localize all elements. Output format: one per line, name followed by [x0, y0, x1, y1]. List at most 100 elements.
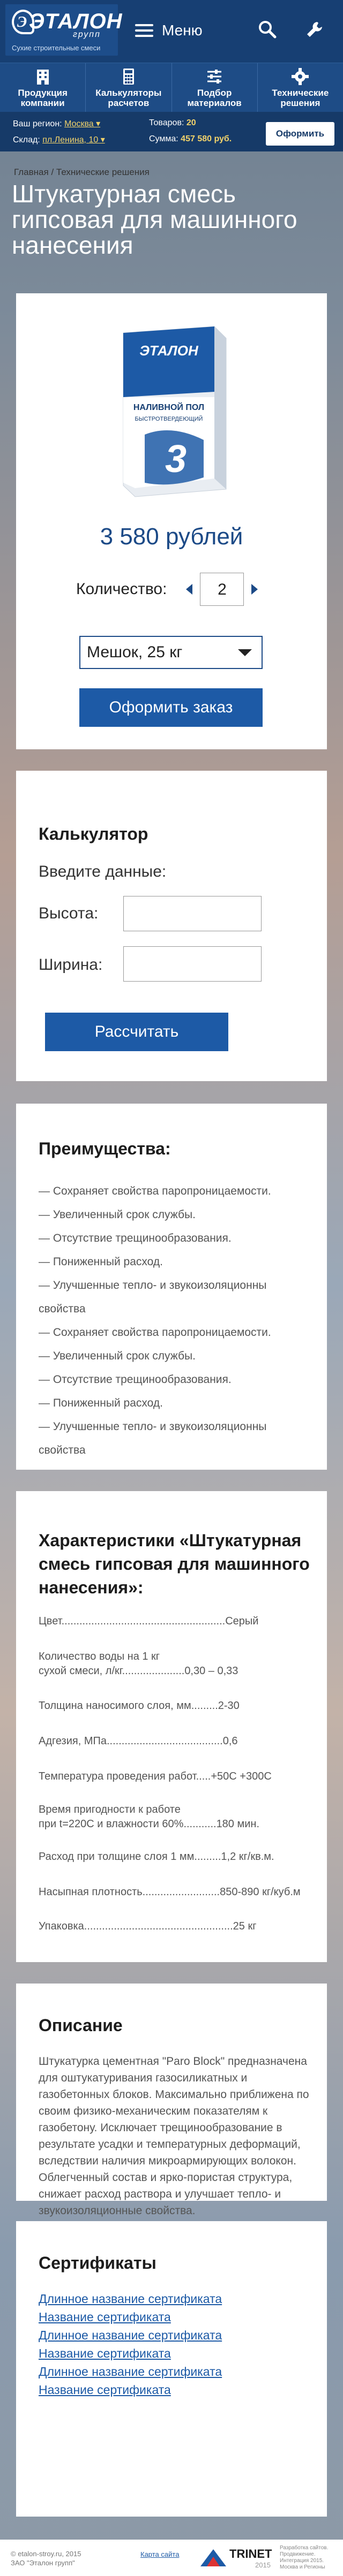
- building-icon: [36, 70, 49, 85]
- wrench-icon[interactable]: [305, 20, 324, 39]
- nav-item-solutions[interactable]: Технические решения: [258, 63, 343, 112]
- list-item: Длинное название сертификата: [39, 2326, 222, 2344]
- spec-label: Толщина наносимого слоя, мм.........: [39, 1700, 218, 1712]
- calculate-button[interactable]: Рассчитать: [45, 1013, 228, 1051]
- bag-brand: ЭТАЛОН: [139, 343, 199, 359]
- list-item: — Увеличенный срок службы.: [39, 1350, 196, 1362]
- spec-label: Температура проведения работ.....: [39, 1770, 211, 1782]
- region-row: Ваш регион: Москва ▾: [13, 118, 100, 129]
- nav-item-materials[interactable]: Подбор материалов: [172, 63, 258, 112]
- calculator-title: Калькулятор: [39, 824, 148, 844]
- spec-label: Насыпная плотность......................…: [39, 1886, 220, 1898]
- nav-item-products[interactable]: Продукция компании: [0, 63, 86, 112]
- breadcrumb-separator: /: [48, 167, 56, 177]
- calculator-intro: Введите данные:: [39, 863, 167, 880]
- developer-note: Разработка сайтов. Продвижение. Интеграц…: [280, 2545, 329, 2570]
- spec-row: Упаковка................................…: [39, 1919, 307, 1934]
- list-item: свойства: [39, 1303, 86, 1315]
- certificate-link[interactable]: Название сертификата: [39, 2383, 171, 2397]
- sum-value: 457 580 руб.: [181, 134, 232, 143]
- sliders-icon: [207, 70, 222, 83]
- nav-item-calculators[interactable]: Калькуляторы расчетов: [86, 63, 172, 112]
- main-nav: Продукция компании Калькуляторы расчетов…: [0, 63, 343, 112]
- warehouse-row: Склад: пл.Ленина, 10 ▾: [13, 134, 105, 145]
- trinet-logo-icon[interactable]: [198, 2547, 228, 2569]
- certificate-link[interactable]: Название сертификата: [39, 2346, 171, 2360]
- search-icon[interactable]: [258, 20, 277, 39]
- order-button[interactable]: Оформить заказ: [79, 688, 263, 727]
- site-logo[interactable]: Э ЭТАЛОН групп Сухие строительные смеси: [5, 4, 122, 56]
- goods-label: Товаров:: [149, 118, 184, 127]
- spec-value: 25 кг: [233, 1920, 257, 1932]
- list-item: свойства: [39, 1444, 86, 1456]
- spec-row: Время пригодности к работе при t=220С и …: [39, 1803, 307, 1832]
- package-select[interactable]: Мешок, 25 кг: [79, 636, 263, 669]
- warehouse-label: Склад:: [13, 135, 40, 145]
- goods-count: 20: [186, 118, 196, 127]
- menu-button[interactable]: Меню: [135, 15, 203, 46]
- breadcrumb-current: Технические решения: [56, 167, 150, 177]
- spec-value: 0,6: [222, 1735, 238, 1747]
- gear-icon: [292, 68, 309, 85]
- hamburger-icon: [135, 24, 153, 37]
- spec-value: 850-890 кг/куб.м: [220, 1886, 301, 1898]
- list-item: — Увеличенный срок службы.: [39, 1209, 196, 1221]
- list-item: Название сертификата: [39, 2308, 222, 2326]
- package-select-value: Мешок, 25 кг: [87, 643, 183, 661]
- quantity-input[interactable]: 2: [200, 573, 244, 606]
- quantity-label: Количество:: [76, 580, 167, 598]
- developer-brand: TRINET: [229, 2547, 272, 2560]
- breadcrumb-home[interactable]: Главная: [14, 167, 49, 177]
- developer-year: 2015: [255, 2561, 271, 2569]
- region-selector[interactable]: Москва ▾: [64, 119, 100, 128]
- description-card: Описание Штукатурка цементная "Paro Bloc…: [16, 1984, 327, 2217]
- list-item: Название сертификата: [39, 2381, 222, 2399]
- region-label: Ваш регион:: [13, 119, 62, 128]
- certificate-link[interactable]: Название сертификата: [39, 2310, 171, 2324]
- nav-label-calculators: Калькуляторы расчетов: [95, 88, 162, 108]
- calculator-icon: [123, 69, 134, 85]
- spec-label: Адгезия, МПа............................…: [39, 1735, 223, 1747]
- quantity-decrease-icon[interactable]: [186, 584, 193, 595]
- height-input[interactable]: [123, 896, 262, 931]
- product-price: 3 580 рублей: [100, 523, 243, 550]
- company-name: ЗАО "Эталон групп": [11, 2559, 75, 2567]
- list-item: Название сертификата: [39, 2344, 222, 2362]
- logo-subtext: групп: [73, 30, 101, 39]
- list-item: Длинное название сертификата: [39, 2290, 222, 2308]
- nav-label-solutions: Технические решения: [272, 88, 329, 108]
- width-input[interactable]: [123, 946, 262, 982]
- spec-row: Температура проведения работ.....+50С +3…: [39, 1769, 307, 1784]
- spec-row: Расход при толщине слоя 1 мм.........1,2…: [39, 1850, 307, 1864]
- spec-value: 2-30: [218, 1700, 240, 1712]
- spec-row: Адгезия, МПа............................…: [39, 1734, 307, 1749]
- spec-value: +50С +300С: [211, 1770, 272, 1782]
- certificate-link[interactable]: Длинное название сертификата: [39, 2365, 222, 2379]
- list-item: Длинное название сертификата: [39, 2362, 222, 2381]
- list-item: — Отсутствие трещинообразования.: [39, 1373, 232, 1386]
- cart-order-button[interactable]: Оформить: [266, 122, 334, 146]
- spec-label: Расход при толщине слоя 1 мм.........: [39, 1851, 221, 1863]
- bag-number: 3: [165, 438, 187, 481]
- spec-value: Серый: [225, 1615, 259, 1627]
- footer-copyright: © etalon-stroy.ru, 2015 ЗАО "Эталон груп…: [11, 2549, 81, 2567]
- page-title: Штукатурная смесь гипсовая для машинного…: [12, 180, 297, 259]
- product-bag-image: ЭТАЛОН НАЛИВНОЙ ПОЛ БЫСТРОТВЕРДЕЮЩИЙ 3: [123, 326, 227, 497]
- sitemap-link[interactable]: Карта сайта: [140, 2550, 179, 2558]
- certificate-link[interactable]: Длинное название сертификата: [39, 2292, 222, 2306]
- certificates-title: Сертификаты: [39, 2253, 156, 2273]
- product-card: ЭТАЛОН НАЛИВНОЙ ПОЛ БЫСТРОТВЕРДЕЮЩИЙ 3 3…: [16, 293, 327, 749]
- warehouse-selector[interactable]: пл.Ленина, 10 ▾: [42, 135, 105, 145]
- certificates-list: Длинное название сертификата Название се…: [39, 2290, 222, 2399]
- spec-label: Упаковка................................…: [39, 1920, 233, 1932]
- sum-row: Сумма: 457 580 руб.: [149, 134, 232, 144]
- spec-row: Цвет....................................…: [39, 1614, 307, 1629]
- certificates-card: Сертификаты Длинное название сертификата…: [16, 2221, 327, 2517]
- chevron-down-icon: [238, 649, 252, 656]
- spec-row: Насыпная плотность......................…: [39, 1885, 307, 1899]
- width-label: Ширина:: [39, 956, 103, 974]
- advantages-card: Преимущества: — Сохраняет свойства пароп…: [16, 1104, 327, 1470]
- spec-label: Количество воды на 1 кг сухой смеси, л/к…: [39, 1651, 185, 1677]
- certificate-link[interactable]: Длинное название сертификата: [39, 2328, 222, 2342]
- quantity-increase-icon[interactable]: [251, 584, 258, 595]
